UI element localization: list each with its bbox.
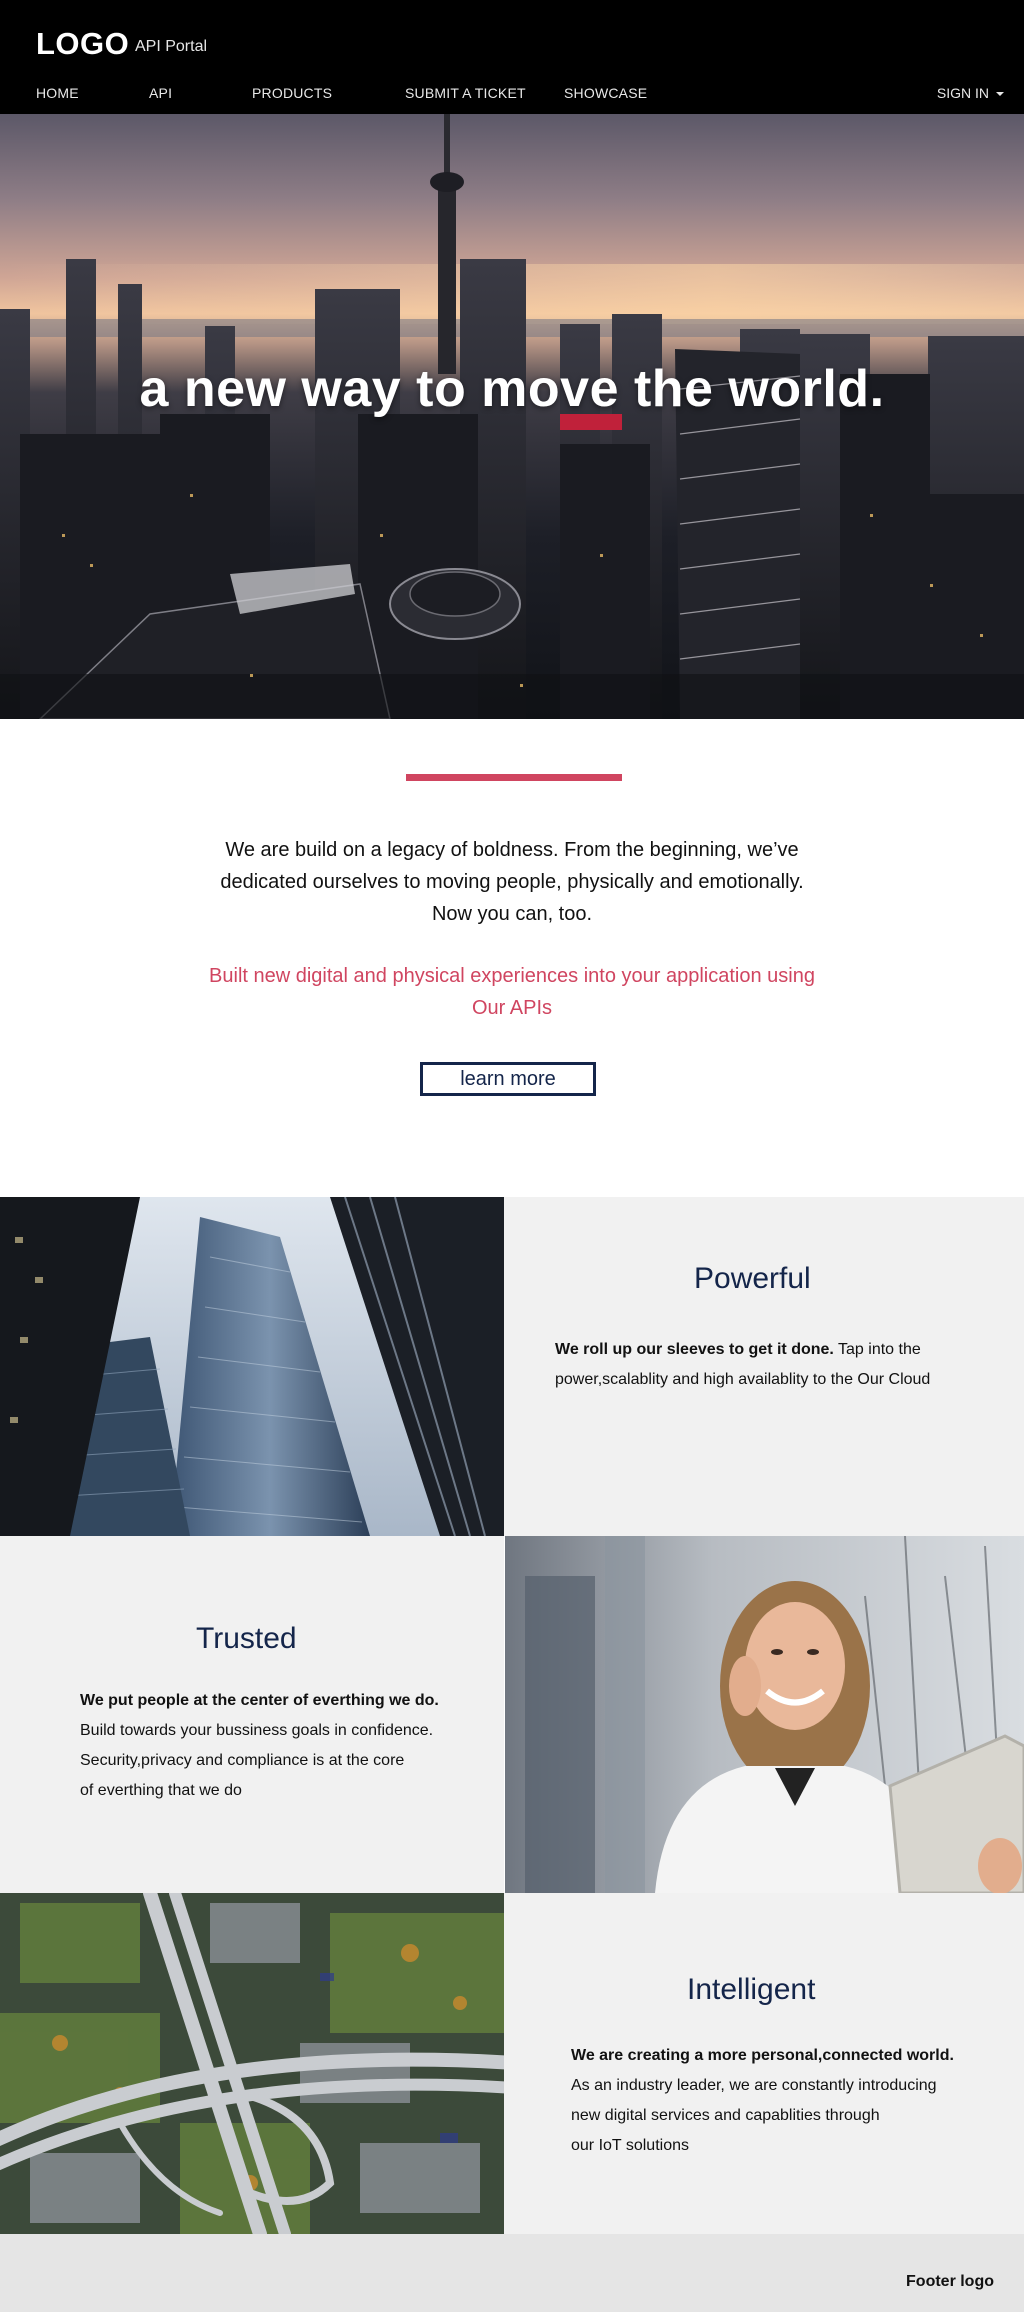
footer-logo[interactable]: Footer logo	[906, 2273, 994, 2291]
sign-in-dropdown[interactable]: SIGN IN	[937, 85, 1004, 101]
site-footer: Footer logo	[0, 2234, 1024, 2312]
feature-lead: We roll up our sleeves to get it done.	[555, 1341, 834, 1358]
feature-line: of everthing that we do	[80, 1782, 242, 1799]
accent-divider	[406, 774, 622, 781]
feature-title: Powerful	[694, 1262, 811, 1295]
skyscraper-image	[0, 1197, 504, 1536]
feature-powerful: Powerful We roll up our sleeves to get i…	[504, 1197, 1024, 1536]
highlight-line: Our APIs	[471, 997, 553, 1019]
logo[interactable]: LOGO	[36, 26, 129, 62]
feature-title: Trusted	[196, 1622, 297, 1655]
feature-lead-rest: Tap into the	[833, 1341, 921, 1358]
feature-description: We put people at the center of everthing…	[80, 1686, 490, 1806]
nav-home[interactable]: HOME	[36, 85, 79, 101]
hero-headline: a new way to move the world.	[139, 360, 885, 418]
sign-in-label: SIGN IN	[936, 85, 989, 101]
feature-title: Intelligent	[687, 1973, 816, 2006]
feature-line: Build towards your bussiness goals in co…	[80, 1722, 434, 1739]
feature-line: power,scalablity and high availablity to…	[555, 1371, 931, 1388]
caret-down-icon	[996, 92, 1004, 96]
nav-submit-ticket[interactable]: SUBMIT A TICKET	[405, 85, 526, 101]
nav-products[interactable]: PRODUCTS	[252, 85, 332, 101]
intro-line: Now you can, too.	[431, 903, 593, 925]
feature-trusted: Trusted We put people at the center of e…	[0, 1536, 504, 1893]
feature-lead: We put people at the center of everthing…	[80, 1692, 439, 1709]
site-header: LOGO API Portal HOME API PRODUCTS SUBMIT…	[0, 0, 1024, 114]
feature-line: Security,privacy and compliance is at th…	[80, 1752, 405, 1769]
learn-more-button[interactable]: learn more	[420, 1062, 596, 1096]
intro-text: We are build on a legacy of boldness. Fr…	[180, 834, 844, 930]
portal-label: API Portal	[135, 38, 208, 55]
nav-showcase[interactable]: SHOWCASE	[564, 85, 647, 101]
aerial-highway-image	[0, 1893, 504, 2234]
intro-line: We are build on a legacy of boldness. Fr…	[225, 839, 799, 861]
highlight-line: Built new digital and physical experienc…	[209, 965, 815, 987]
feature-line: our IoT solutions	[571, 2137, 689, 2154]
feature-intelligent: Intelligent We are creating a more perso…	[504, 1893, 1024, 2234]
feature-lead: We are creating a more personal,connecte…	[571, 2047, 954, 2064]
feature-line: As an industry leader, we are constantly…	[571, 2077, 937, 2094]
woman-on-phone-image	[505, 1536, 1024, 1893]
hero-banner: a new way to move the world.	[0, 114, 1024, 719]
intro-highlight: Built new digital and physical experienc…	[170, 960, 854, 1024]
feature-description: We are creating a more personal,connecte…	[571, 2041, 1011, 2161]
feature-description: We roll up our sleeves to get it done. T…	[555, 1335, 985, 1395]
intro-line: dedicated ourselves to moving people, ph…	[220, 871, 804, 893]
nav-api[interactable]: API	[149, 85, 172, 101]
feature-line: new digital services and capablities thr…	[571, 2107, 880, 2124]
